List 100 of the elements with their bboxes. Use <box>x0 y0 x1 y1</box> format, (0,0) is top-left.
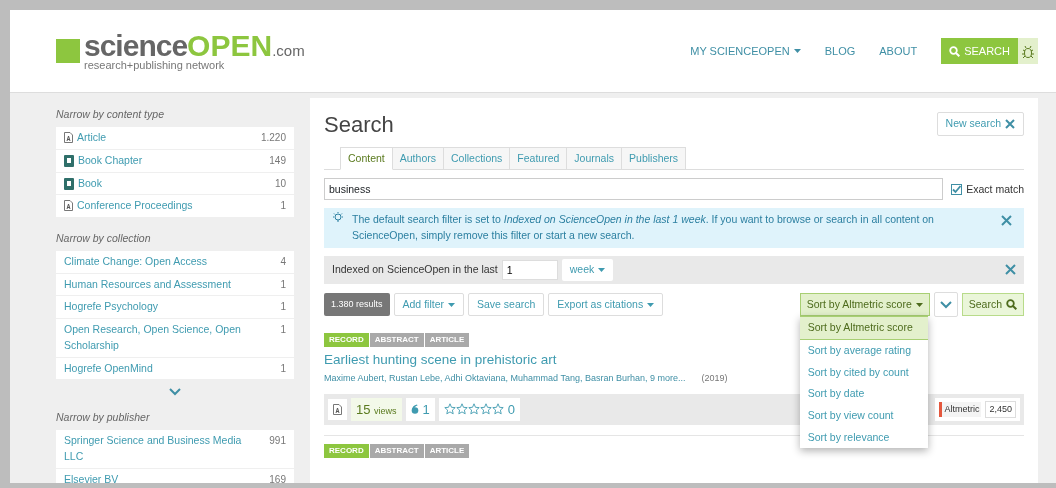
close-icon <box>1005 119 1015 130</box>
sort-option[interactable]: Sort by view count <box>799 404 928 427</box>
filter-label: Springer Science and Business Media LLC <box>64 433 243 464</box>
sort-option[interactable]: Sort by cited by count <box>799 361 928 384</box>
close-icon[interactable] <box>1005 264 1016 276</box>
action-button[interactable]: Add filter <box>393 292 464 317</box>
filter-item[interactable]: Book Chapter 149 <box>56 149 294 172</box>
citation-count: 1 <box>422 400 430 419</box>
nav-link[interactable]: BLOG <box>824 42 856 60</box>
star-icon <box>455 403 468 416</box>
filter-item[interactable]: Climate Change: Open Access 4 <box>56 250 294 273</box>
sort-option[interactable]: Sort by relevance <box>799 426 928 449</box>
document-icon <box>333 404 342 415</box>
close-icon[interactable] <box>1001 215 1012 227</box>
chevron-down-icon[interactable] <box>939 300 952 309</box>
filter-count: 169 <box>268 472 286 483</box>
action-button[interactable]: Save search <box>467 292 545 317</box>
new-search-button[interactable]: New search <box>936 112 1024 136</box>
filter-item[interactable]: Conference Proceedings 1 <box>56 195 294 217</box>
filter-label: Elsevier BV <box>64 471 119 483</box>
section-heading: Narrow by collection <box>56 231 152 246</box>
result-title[interactable]: Earliest hunting scene in prehistoric art <box>324 350 557 371</box>
filter-item[interactable]: Elsevier BV 169 <box>56 468 294 483</box>
type-tag[interactable]: ABSTRACT <box>369 444 424 458</box>
search-button[interactable]: Search <box>961 292 1024 317</box>
section-heading: Narrow by content type <box>56 107 165 123</box>
rating-count: 0 <box>507 400 516 419</box>
tab[interactable]: Content <box>340 146 393 171</box>
logo-square-icon <box>56 39 80 64</box>
filter-label: Article <box>77 130 107 145</box>
type-tag[interactable]: RECORD <box>324 333 369 347</box>
sort-direction-button[interactable] <box>933 291 958 318</box>
filter-label: Hogrefe OpenMind <box>64 360 153 376</box>
results-count: 1.380 results <box>324 292 390 317</box>
page-title: Search <box>324 112 394 139</box>
filter-item[interactable]: Hogrefe OpenMind 1 <box>56 357 294 380</box>
filter-item[interactable]: Springer Science and Business Media LLC 991 <box>56 430 294 468</box>
tab[interactable]: Collections <box>442 146 511 170</box>
action-button[interactable]: Export as citations <box>548 292 664 317</box>
filter-label: Climate Change: Open Access <box>64 253 207 269</box>
book-icon <box>64 154 74 167</box>
altmetric-badge[interactable]: Altmetric <box>939 401 982 418</box>
filter-count: 10 <box>273 176 286 191</box>
type-tag[interactable]: RECORD <box>324 444 369 458</box>
nav-link[interactable]: MY SCIENCEOPEN <box>690 42 801 60</box>
type-tag[interactable]: ARTICLE <box>424 333 470 347</box>
bug-icon[interactable] <box>1018 38 1038 65</box>
unit-dropdown[interactable]: week <box>561 258 614 281</box>
filter-item[interactable]: Book 10 <box>56 172 294 195</box>
book-icon <box>64 177 74 190</box>
filter-item[interactable]: Human Resources and Assessment 1 <box>56 273 294 296</box>
caret-icon <box>598 267 606 272</box>
caret-icon <box>447 302 455 307</box>
star-icon <box>479 403 492 416</box>
tab[interactable]: Authors <box>391 146 444 170</box>
tab[interactable]: Journals <box>566 146 623 170</box>
checkbox-icon[interactable] <box>951 183 963 195</box>
filter-count: 991 <box>268 434 286 448</box>
filter-label: Conference Proceedings <box>77 198 193 214</box>
filter-label: Open Research, Open Science, Open Scholarship <box>64 322 242 353</box>
author-list[interactable]: Maxime Aubert, Rustan Lebe, Adhi Oktaviana, Muhammad Tang, Basran Burhan, 9 more... <box>324 372 686 386</box>
star-rating[interactable] <box>443 403 504 416</box>
tab[interactable]: Featured <box>509 146 568 170</box>
section-heading: Narrow by publisher <box>56 410 151 426</box>
search-icon <box>1006 299 1017 310</box>
type-tag[interactable]: ARTICLE <box>424 444 470 458</box>
filter-count: 4 <box>279 254 286 269</box>
sort-option[interactable]: Sort by average rating <box>799 340 928 362</box>
sort-option[interactable]: Sort by Altmetric score <box>799 316 928 341</box>
star-icon <box>443 403 456 416</box>
filter-item[interactable]: Hogrefe Psychology 1 <box>56 296 294 318</box>
filter-count: 1 <box>279 277 286 292</box>
altmetric-score: 2,450 <box>985 400 1016 419</box>
type-tag[interactable]: ABSTRACT <box>369 333 424 347</box>
logo-text: .com <box>272 40 305 61</box>
nav-link[interactable]: ABOUT <box>879 42 918 60</box>
filter-count: 1 <box>279 323 286 337</box>
logo-tagline: research+publishing network <box>84 60 226 72</box>
filter-item[interactable]: Article 1.220 <box>56 127 294 149</box>
logo-text: OPEN <box>187 30 273 61</box>
search-button[interactable]: SEARCH <box>941 37 1018 65</box>
sort-dropdown[interactable]: Sort by Altmetric score <box>799 292 930 317</box>
filter-item[interactable]: Open Research, Open Science, Open Scholarship 1 <box>56 319 294 357</box>
filter-label: Book <box>78 175 102 191</box>
search-field[interactable]: business <box>324 178 944 201</box>
number-field[interactable]: 1 <box>501 259 558 280</box>
document-icon <box>64 200 73 212</box>
tab[interactable]: Publishers <box>621 146 687 170</box>
show-more-icon[interactable] <box>169 388 181 397</box>
lightbulb-icon <box>332 212 344 225</box>
filter-label: Human Resources and Assessment <box>64 276 231 292</box>
caret-icon <box>915 302 923 307</box>
publication-year: (2019) <box>701 372 728 386</box>
filter-count: 1 <box>279 300 286 315</box>
sort-option[interactable]: Sort by date <box>799 383 928 405</box>
exact-match-checkbox[interactable]: Exact match <box>951 181 1024 198</box>
filter-label: Hogrefe Psychology <box>64 299 158 315</box>
filter-label: Book Chapter <box>78 152 143 168</box>
caret-icon <box>793 49 801 54</box>
filter-count: 1 <box>279 199 286 214</box>
